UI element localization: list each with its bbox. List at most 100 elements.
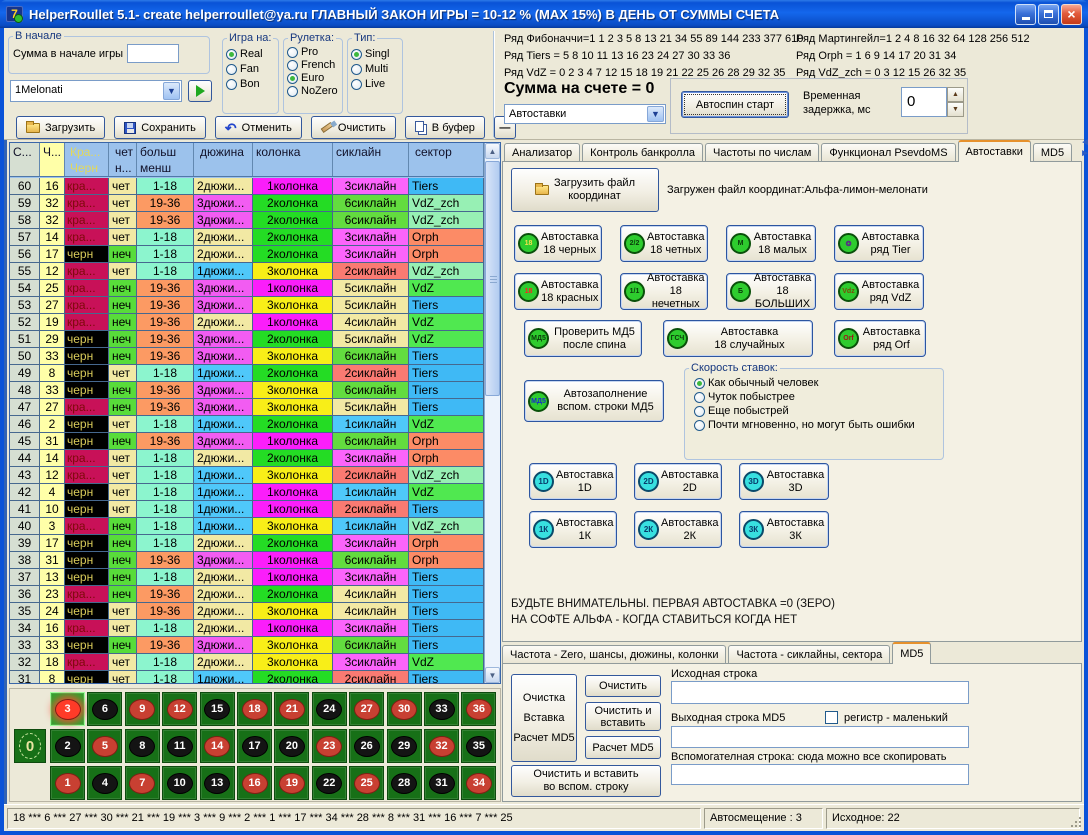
copy-to-buffer-button[interactable]: В буфер xyxy=(405,116,485,139)
table-row-41[interactable]: 4110чернчет1-181дюжи...1колонка2сиклайнT… xyxy=(10,501,484,518)
game-on-group-option-0[interactable]: Real xyxy=(226,48,275,60)
minimize-button[interactable] xyxy=(1015,4,1036,25)
clear-paste-aux-button[interactable]: Очистить и вставить во вспом. строку xyxy=(511,765,661,797)
board-cell-17[interactable]: 17 xyxy=(237,729,272,763)
tab-number-frequencies[interactable]: Частоты по числам xyxy=(705,143,819,162)
board-cell-10[interactable]: 10 xyxy=(162,766,197,800)
output-string-input[interactable] xyxy=(671,726,969,748)
board-cell-15[interactable]: 15 xyxy=(200,692,235,726)
board-cell-27[interactable]: 27 xyxy=(349,692,384,726)
speed-option-0[interactable]: Как обычный человек xyxy=(694,377,940,389)
board-cell-12[interactable]: 12 xyxy=(162,692,197,726)
column-header-2[interactable]: Кра...Черн xyxy=(65,143,109,176)
clear-paste-calc-button[interactable]: Очистка Вставка Расчет MD5 xyxy=(511,674,577,762)
autospin-start-button[interactable]: Автоспин старт xyxy=(681,91,789,118)
column-header-5[interactable]: дюжина xyxy=(194,143,253,176)
table-row-60[interactable]: 6016кра...чет1-182дюжи...1колонка3сиклай… xyxy=(10,178,484,195)
table-scrollbar[interactable]: ▲ ▼ xyxy=(484,143,500,683)
board-cell-8[interactable]: 8 xyxy=(125,729,160,763)
stepper-down-button[interactable]: ▼ xyxy=(947,102,964,117)
board-cell-30[interactable]: 30 xyxy=(387,692,422,726)
tab-autobets[interactable]: Автоставки xyxy=(958,140,1031,162)
roulette-type-group-option-0[interactable]: Pro xyxy=(287,46,339,58)
table-row-57[interactable]: 5714кра...чет1-182дюжи...2колонка3сиклай… xyxy=(10,229,484,246)
calc-md5-button[interactable]: Расчет MD5 xyxy=(585,736,661,759)
chevron-down-icon[interactable]: ▼ xyxy=(163,82,180,100)
clear-table-button[interactable]: Очистить xyxy=(311,116,396,139)
autofill-md5-button[interactable]: МД5 Автозаполнение вспом. строки МД5 xyxy=(524,380,664,422)
column-header-0[interactable]: С... xyxy=(10,143,40,176)
board-cell-4[interactable]: 4 xyxy=(87,766,122,800)
table-row-46[interactable]: 462чернчет1-181дюжи...2колонка1сиклайнVd… xyxy=(10,416,484,433)
table-row-40[interactable]: 403кра...неч1-181дюжи...3колонка1сиклайн… xyxy=(10,518,484,535)
start-sum-input[interactable] xyxy=(127,44,179,63)
resize-grip[interactable] xyxy=(1069,815,1082,828)
board-cell-36[interactable]: 36 xyxy=(461,692,496,726)
autobet-row-tier[interactable]: ❂Автоставкаряд Tier xyxy=(834,225,924,262)
board-cell-6[interactable]: 6 xyxy=(87,692,122,726)
autobet-row-vdz[interactable]: VdzАвтоставкаряд VdZ xyxy=(834,273,924,310)
autobet-18-red[interactable]: 18Автоставка18 красных xyxy=(514,273,602,310)
autobet-1k[interactable]: 1КАвтоставка1К xyxy=(529,511,617,548)
board-cell-29[interactable]: 29 xyxy=(387,729,422,763)
autobet-18-even[interactable]: 2/2Автоставка18 четных xyxy=(620,225,708,262)
column-header-6[interactable]: колонка xyxy=(253,143,333,176)
table-row-38[interactable]: 3831черннеч19-363дюжи...1колонка6сиклайн… xyxy=(10,552,484,569)
play-type-group-option-0[interactable]: Singl xyxy=(351,48,399,60)
board-cell-31[interactable]: 31 xyxy=(424,766,459,800)
board-cell-26[interactable]: 26 xyxy=(349,729,384,763)
autobet-18-big[interactable]: БАвтоставка18 БОЛЬШИХ xyxy=(726,273,816,310)
game-on-group-option-1[interactable]: Fan xyxy=(226,63,275,75)
board-cell-2[interactable]: 2 xyxy=(50,729,85,763)
save-button[interactable]: Сохранить xyxy=(114,116,206,139)
autobet-18-small[interactable]: МАвтоставка18 малых xyxy=(726,225,816,262)
table-row-54[interactable]: 5425кра...неч19-363дюжи...1колонка5сикла… xyxy=(10,280,484,297)
board-cell-25[interactable]: 25 xyxy=(349,766,384,800)
tab-bankroll-control[interactable]: Контроль банкролла xyxy=(582,143,703,162)
maximize-button[interactable] xyxy=(1038,4,1059,25)
roulette-type-group-option-3[interactable]: NoZero xyxy=(287,85,339,97)
board-cell-33[interactable]: 33 xyxy=(424,692,459,726)
board-cell-9[interactable]: 9 xyxy=(125,692,160,726)
lowercase-checkbox[interactable] xyxy=(825,711,838,724)
tab-freq-zero-chances[interactable]: Частота - Zero, шансы, дюжины, колонки xyxy=(502,645,726,664)
table-row-52[interactable]: 5219кра...неч19-362дюжи...1колонка4сикла… xyxy=(10,314,484,331)
autobet-18-black[interactable]: 18Автоставка18 черных xyxy=(514,225,602,262)
autobet-2k[interactable]: 2КАвтоставка2К xyxy=(634,511,722,548)
table-row-55[interactable]: 5512кра...чет1-181дюжи...3колонка2сиклай… xyxy=(10,263,484,280)
delay-value-input[interactable]: 0 xyxy=(901,87,947,117)
scrollbar-thumb[interactable] xyxy=(485,161,500,396)
play-type-group-option-1[interactable]: Multi xyxy=(351,63,399,75)
autobet-18-odd[interactable]: 1/1Автоставка18 нечетных xyxy=(620,273,708,310)
table-row-32[interactable]: 3218кра...чет1-182дюжи...3колонка3сиклай… xyxy=(10,654,484,671)
autobet-3d[interactable]: 3DАвтоставка3D xyxy=(739,463,829,500)
board-cell-1[interactable]: 1 xyxy=(50,766,85,800)
board-cell-14[interactable]: 14 xyxy=(200,729,235,763)
board-cell-7[interactable]: 7 xyxy=(125,766,160,800)
board-cell-28[interactable]: 28 xyxy=(387,766,422,800)
table-row-51[interactable]: 5129черннеч19-363дюжи...2колонка5сиклайн… xyxy=(10,331,484,348)
speed-option-2[interactable]: Еще побыстрей xyxy=(694,405,940,417)
table-row-34[interactable]: 3416кра...чет1-182дюжи...1колонка3сиклай… xyxy=(10,620,484,637)
load-button[interactable]: Загрузить xyxy=(16,116,105,139)
table-row-59[interactable]: 5932кра...чет19-363дюжи...2колонка6сикла… xyxy=(10,195,484,212)
board-cell-21[interactable]: 21 xyxy=(274,692,309,726)
table-row-50[interactable]: 5033черннеч19-363дюжи...3колонка6сиклайн… xyxy=(10,348,484,365)
board-cell-20[interactable]: 20 xyxy=(274,729,309,763)
autobet-1d[interactable]: 1DАвтоставка1D xyxy=(529,463,617,500)
roulette-type-group-option-2[interactable]: Euro xyxy=(287,72,339,84)
roulette-type-group-option-1[interactable]: French xyxy=(287,59,339,71)
board-cell-23[interactable]: 23 xyxy=(312,729,347,763)
speed-option-1[interactable]: Чуток побыстрее xyxy=(694,391,940,403)
undo-button[interactable]: ↶Отменить xyxy=(215,116,302,139)
table-row-42[interactable]: 424чернчет1-181дюжи...1колонка1сиклайнVd… xyxy=(10,484,484,501)
table-row-48[interactable]: 4833черннеч19-363дюжи...3колонка6сиклайн… xyxy=(10,382,484,399)
mode-combo[interactable]: Автоставки ▼ xyxy=(504,104,666,124)
board-cell-18[interactable]: 18 xyxy=(237,692,272,726)
board-cell-3[interactable]: 3 xyxy=(50,692,85,726)
table-row-44[interactable]: 4414кра...чет1-182дюжи...2колонка3сиклай… xyxy=(10,450,484,467)
scroll-down-icon[interactable]: ▼ xyxy=(485,667,500,683)
tab-md5-bottom[interactable]: MD5 xyxy=(892,642,931,664)
clear-and-paste-button[interactable]: Очистить и вставить xyxy=(585,702,661,731)
board-cell-19[interactable]: 19 xyxy=(274,766,309,800)
